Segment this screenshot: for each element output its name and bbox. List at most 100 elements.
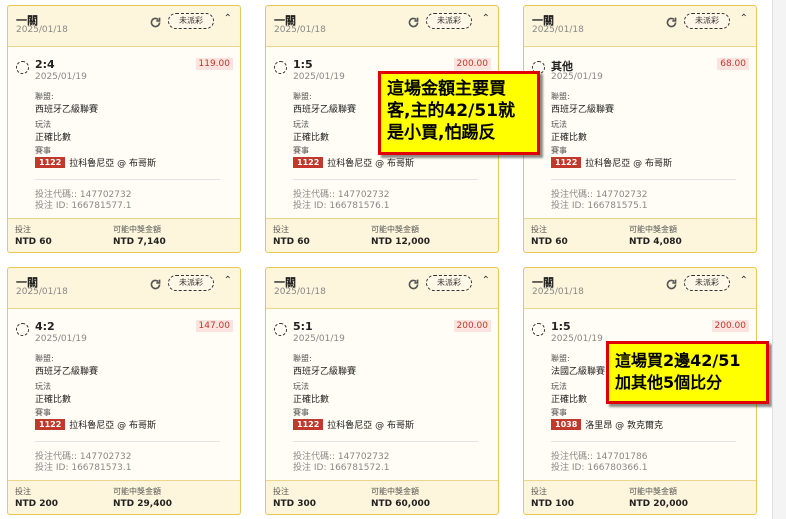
pick-score: 2:4 bbox=[35, 58, 55, 71]
league-value: 西班牙乙級聯賽 bbox=[35, 105, 99, 115]
payout-label: 可能中獎金額 bbox=[371, 487, 419, 496]
odds-badge: 200.00 bbox=[453, 320, 491, 332]
bet-card-header[interactable]: 一關 2025/01/18 未派彩 ⌃ bbox=[8, 6, 240, 46]
status-badge: 未派彩 bbox=[426, 275, 472, 291]
bet-date: 2025/01/18 bbox=[274, 287, 326, 297]
refresh-icon[interactable] bbox=[149, 14, 162, 28]
match-id-badge: 1122 bbox=[293, 157, 324, 168]
note-line: 加其他5個比分 bbox=[615, 373, 723, 392]
payout-label: 可能中獎金額 bbox=[629, 487, 677, 496]
match-info: 1122 拉科魯尼亞 @ 布哥斯 bbox=[35, 156, 156, 169]
pick-score: 4:2 bbox=[35, 320, 55, 333]
selection-radio[interactable] bbox=[532, 323, 545, 336]
stake-label: 投注 bbox=[15, 225, 31, 234]
bet-card-header[interactable]: 一關 2025/01/18 未派彩 ⌃ bbox=[266, 6, 498, 46]
match-date: 2025/01/19 bbox=[35, 334, 87, 344]
bet-date: 2025/01/18 bbox=[532, 25, 584, 35]
market-value: 正確比數 bbox=[35, 395, 72, 405]
pick-score: 1:5 bbox=[293, 58, 313, 71]
match-label: 賽事 bbox=[35, 408, 51, 417]
bet-id: 投注 ID: 166781575.1 bbox=[551, 201, 648, 211]
match-label: 賽事 bbox=[293, 146, 309, 155]
chevron-up-icon[interactable]: ⌃ bbox=[482, 13, 490, 24]
vertical-scrollbar[interactable] bbox=[772, 0, 786, 519]
bet-card-header[interactable]: 一關 2025/01/18 未派彩 ⌃ bbox=[524, 6, 756, 46]
match-info: 1122 拉科魯尼亞 @ 布哥斯 bbox=[293, 156, 414, 169]
stake-value: NTD 60 bbox=[273, 237, 310, 247]
bet-card-header[interactable]: 一關 2025/01/18 未派彩 ⌃ bbox=[524, 268, 756, 308]
market-label: 玩法 bbox=[35, 382, 51, 391]
stake-label: 投注 bbox=[15, 487, 31, 496]
bet-date: 2025/01/18 bbox=[274, 25, 326, 35]
market-value: 正確比數 bbox=[293, 395, 330, 405]
bet-card-footer: 投注 NTD 100 可能中獎金額 NTD 20,000 bbox=[524, 482, 756, 516]
bet-card-header[interactable]: 一關 2025/01/18 未派彩 ⌃ bbox=[8, 268, 240, 308]
match-date: 2025/01/19 bbox=[551, 334, 603, 344]
bet-date: 2025/01/18 bbox=[16, 25, 68, 35]
match-id-badge: 1122 bbox=[35, 419, 66, 430]
market-value: 正確比數 bbox=[293, 133, 330, 143]
bet-card-footer: 投注 NTD 300 可能中獎金額 NTD 60,000 bbox=[266, 482, 498, 516]
match-label: 賽事 bbox=[35, 146, 51, 155]
selection-radio[interactable] bbox=[274, 61, 287, 74]
match-date: 2025/01/19 bbox=[293, 334, 345, 344]
payout-value: NTD 4,080 bbox=[629, 237, 682, 247]
chevron-up-icon[interactable]: ⌃ bbox=[740, 275, 748, 286]
market-label: 玩法 bbox=[293, 120, 309, 129]
selection-radio[interactable] bbox=[274, 323, 287, 336]
stake-value: NTD 300 bbox=[273, 499, 317, 509]
bet-card-body: 其他 2025/01/19 68.00 聯盟: 西班牙乙級聯賽 玩法 正確比數 賽事 1122 拉… bbox=[524, 46, 756, 219]
match-date: 2025/01/19 bbox=[551, 72, 603, 82]
payout-value: NTD 29,400 bbox=[113, 499, 173, 509]
note-line: 客,主的42/51就 bbox=[387, 101, 515, 121]
match-label: 賽事 bbox=[551, 146, 567, 155]
selection-radio[interactable] bbox=[16, 61, 29, 74]
match-info: 1122 拉科魯尼亞 @ 布哥斯 bbox=[35, 418, 156, 431]
league-label: 聯盟: bbox=[35, 92, 54, 101]
market-value: 正確比數 bbox=[35, 133, 72, 143]
chevron-up-icon[interactable]: ⌃ bbox=[740, 13, 748, 24]
league-label: 聯盟: bbox=[293, 92, 312, 101]
bet-id: 投注 ID: 166781577.1 bbox=[35, 201, 132, 211]
refresh-icon[interactable] bbox=[149, 276, 162, 290]
stake-value: NTD 60 bbox=[531, 237, 568, 247]
bet-card-footer: 投注 NTD 60 可能中獎金額 NTD 4,080 bbox=[524, 220, 756, 254]
match-info: 1122 拉科魯尼亞 @ 布哥斯 bbox=[293, 418, 414, 431]
match-id-badge: 1038 bbox=[551, 419, 582, 430]
status-badge: 未派彩 bbox=[684, 13, 730, 29]
note-line: 是小買,怕踢反 bbox=[387, 123, 496, 143]
bet-date: 2025/01/18 bbox=[16, 287, 68, 297]
odds-badge: 68.00 bbox=[717, 58, 749, 70]
refresh-icon[interactable] bbox=[665, 276, 678, 290]
match-name: 拉科魯尼亞 @ 布哥斯 bbox=[69, 421, 156, 431]
chevron-up-icon[interactable]: ⌃ bbox=[224, 275, 232, 286]
divider bbox=[293, 179, 478, 180]
match-label: 賽事 bbox=[551, 408, 567, 417]
league-value: 西班牙乙級聯賽 bbox=[293, 105, 357, 115]
market-label: 玩法 bbox=[293, 382, 309, 391]
status-badge: 未派彩 bbox=[168, 275, 214, 291]
bet-card: 一關 2025/01/18 未派彩 ⌃ 4:2 2025/01/19 147.00 聯盟: 西班… bbox=[7, 267, 241, 515]
stake-label: 投注 bbox=[531, 487, 547, 496]
match-label: 賽事 bbox=[293, 408, 309, 417]
bet-card-footer: 投注 NTD 200 可能中獎金額 NTD 29,400 bbox=[8, 482, 240, 516]
match-info: 1122 拉科魯尼亞 @ 布哥斯 bbox=[551, 156, 672, 169]
bet-card-body: 5:1 2025/01/19 200.00 聯盟: 西班牙乙級聯賽 玩法 正確比數 賽事 112… bbox=[266, 308, 498, 481]
match-info: 1038 洛里昂 @ 敦克爾克 bbox=[551, 418, 663, 431]
match-id-badge: 1122 bbox=[551, 157, 582, 168]
match-name: 拉科魯尼亞 @ 布哥斯 bbox=[327, 159, 414, 169]
bet-card-header[interactable]: 一關 2025/01/18 未派彩 ⌃ bbox=[266, 268, 498, 308]
refresh-icon[interactable] bbox=[407, 276, 420, 290]
bet-card-body: 4:2 2025/01/19 147.00 聯盟: 西班牙乙級聯賽 玩法 正確比數 賽事 112… bbox=[8, 308, 240, 481]
chevron-up-icon[interactable]: ⌃ bbox=[224, 13, 232, 24]
refresh-icon[interactable] bbox=[665, 14, 678, 28]
bet-card-body: 2:4 2025/01/19 119.00 聯盟: 西班牙乙級聯賽 玩法 正確比數 賽事 112… bbox=[8, 46, 240, 219]
selection-radio[interactable] bbox=[16, 323, 29, 336]
payout-label: 可能中獎金額 bbox=[113, 225, 161, 234]
refresh-icon[interactable] bbox=[407, 14, 420, 28]
league-label: 聯盟: bbox=[293, 354, 312, 363]
payout-label: 可能中獎金額 bbox=[113, 487, 161, 496]
market-label: 玩法 bbox=[551, 382, 567, 391]
chevron-up-icon[interactable]: ⌃ bbox=[482, 275, 490, 286]
bet-card: 一關 2025/01/18 未派彩 ⌃ 2:4 2025/01/19 119.00 聯盟: 西班… bbox=[7, 5, 241, 253]
